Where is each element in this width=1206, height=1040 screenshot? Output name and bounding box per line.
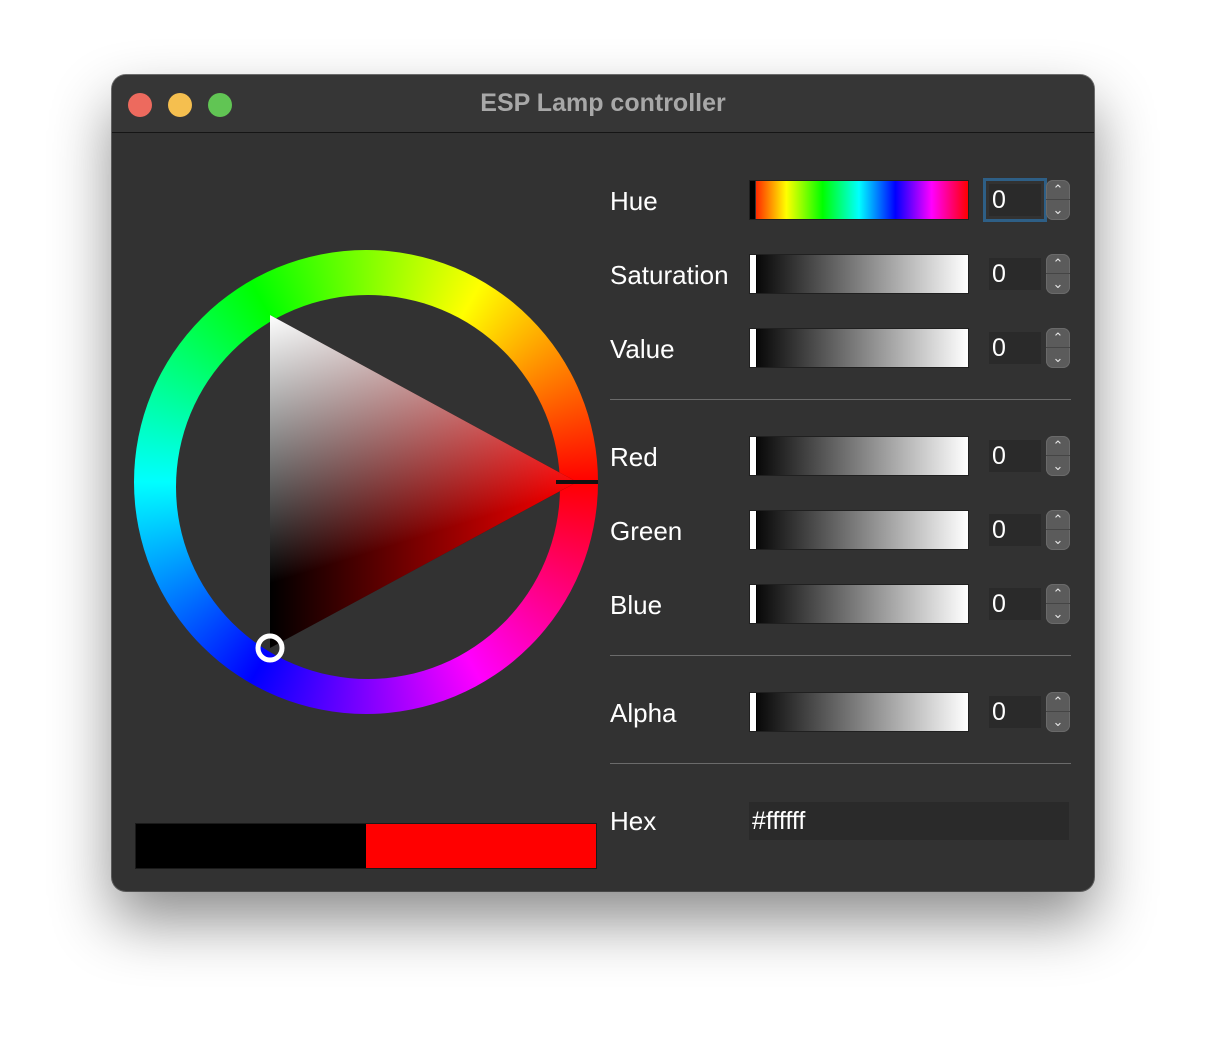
alpha-stepper[interactable]: ⌃ ⌄: [1046, 692, 1070, 732]
green-slider-handle[interactable]: [750, 511, 757, 549]
hue-label: Hue: [610, 186, 658, 216]
blue-slider-handle[interactable]: [750, 585, 757, 623]
chevron-up-icon[interactable]: ⌃: [1046, 510, 1070, 530]
red-stepper[interactable]: ⌃ ⌄: [1046, 436, 1070, 476]
window-title: ESP Lamp controller: [480, 89, 726, 117]
chevron-up-icon[interactable]: ⌃: [1046, 328, 1070, 348]
divider: [610, 763, 1071, 764]
red-slider[interactable]: [749, 436, 969, 476]
saturation-spinbox[interactable]: 0: [989, 258, 1041, 290]
chevron-down-icon[interactable]: ⌄: [1046, 604, 1070, 624]
blue-spinbox[interactable]: 0: [989, 588, 1041, 620]
value-slider[interactable]: [749, 328, 969, 368]
saturation-slider[interactable]: [749, 254, 969, 294]
value-slider-handle[interactable]: [750, 329, 757, 367]
saturation-stepper[interactable]: ⌃ ⌄: [1046, 254, 1070, 294]
new-color-swatch: [366, 824, 596, 868]
value-label: Value: [610, 334, 675, 364]
color-wheel[interactable]: [132, 245, 602, 715]
alpha-label: Alpha: [610, 698, 677, 728]
chevron-down-icon[interactable]: ⌄: [1046, 200, 1070, 220]
red-spinbox[interactable]: 0: [989, 440, 1041, 472]
hue-stepper[interactable]: ⌃ ⌄: [1046, 180, 1070, 220]
color-preview: [135, 823, 597, 869]
chevron-up-icon[interactable]: ⌃: [1046, 584, 1070, 604]
blue-stepper[interactable]: ⌃ ⌄: [1046, 584, 1070, 624]
chevron-down-icon[interactable]: ⌄: [1046, 530, 1070, 550]
green-spinbox[interactable]: 0: [989, 514, 1041, 546]
red-label: Red: [610, 442, 658, 472]
color-picker-window: ESP Lamp controller Hue 0 ⌃ ⌄ Saturation…: [112, 75, 1094, 891]
hex-input[interactable]: #ffffff: [749, 802, 1069, 840]
saturation-slider-handle[interactable]: [750, 255, 757, 293]
chevron-up-icon[interactable]: ⌃: [1046, 180, 1070, 200]
blue-label: Blue: [610, 590, 663, 620]
chevron-down-icon[interactable]: ⌄: [1046, 274, 1070, 294]
hue-spinbox[interactable]: 0: [983, 178, 1047, 222]
chevron-up-icon[interactable]: ⌃: [1046, 692, 1070, 712]
title-bar[interactable]: ESP Lamp controller: [112, 75, 1094, 133]
hex-label: Hex: [610, 806, 657, 836]
divider: [610, 399, 1071, 400]
chevron-down-icon[interactable]: ⌄: [1046, 712, 1070, 732]
green-stepper[interactable]: ⌃ ⌄: [1046, 510, 1070, 550]
current-color-swatch: [136, 824, 366, 868]
saturation-label: Saturation: [610, 260, 729, 290]
alpha-slider[interactable]: [749, 692, 969, 732]
chevron-up-icon[interactable]: ⌃: [1046, 254, 1070, 274]
alpha-spinbox[interactable]: 0: [989, 696, 1041, 728]
chevron-down-icon[interactable]: ⌄: [1046, 348, 1070, 368]
sv-triangle[interactable]: [132, 245, 602, 715]
blue-slider[interactable]: [749, 584, 969, 624]
green-slider[interactable]: [749, 510, 969, 550]
chevron-down-icon[interactable]: ⌄: [1046, 456, 1070, 476]
green-label: Green: [610, 516, 683, 546]
chevron-up-icon[interactable]: ⌃: [1046, 436, 1070, 456]
divider: [610, 655, 1071, 656]
red-slider-handle[interactable]: [750, 437, 757, 475]
value-spinbox[interactable]: 0: [989, 332, 1041, 364]
hue-slider-handle[interactable]: [750, 181, 756, 219]
value-stepper[interactable]: ⌃ ⌄: [1046, 328, 1070, 368]
hue-slider[interactable]: [749, 180, 969, 220]
alpha-slider-handle[interactable]: [750, 693, 757, 731]
